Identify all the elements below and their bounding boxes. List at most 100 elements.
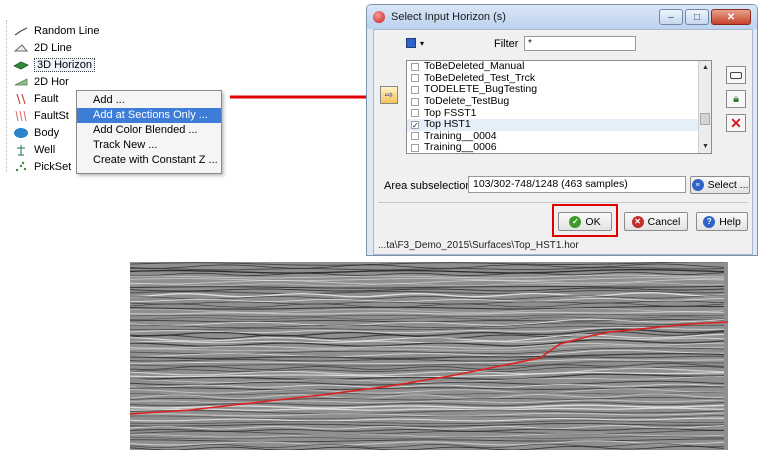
tree-item-label: Fault <box>34 93 59 105</box>
maximize-icon: □ <box>693 11 701 23</box>
list-view-button[interactable] <box>726 66 746 84</box>
random-line-icon <box>12 24 30 38</box>
tree-item-label: Body <box>34 127 60 139</box>
dialog-client-area: ▾ Filter * ⇨ ToBeDeleted_Manual ToBeDelet… <box>373 29 753 255</box>
horizon-list-item[interactable]: ToBeDeleted_Manual <box>407 61 711 73</box>
horizon-name: TODELETE_BugTesting <box>424 83 538 96</box>
status-path: ...ta\F3_Demo_2015\Surfaces\Top_HST1.hor <box>378 240 579 251</box>
2d-horizon-icon <box>12 75 30 89</box>
maximize-button[interactable]: □ <box>685 9 709 25</box>
tree-item-label: 2D Line <box>34 42 72 54</box>
horizon-list-item[interactable]: ToDelete_TestBug <box>407 96 711 108</box>
tree-item-pickset[interactable]: PickSet <box>12 160 71 174</box>
menu-item-create-constant-z[interactable]: Create with Constant Z ... <box>77 153 221 168</box>
horizon-checkbox[interactable] <box>411 132 419 141</box>
horizon-list-item[interactable]: Training__0004 <box>407 129 711 143</box>
horizon-checkbox[interactable] <box>411 109 419 118</box>
context-menu: Add ... Add at Sections Only ... Add Col… <box>76 90 222 174</box>
lock-icon: 🔒︎ <box>733 92 739 105</box>
scroll-up-icon[interactable]: ▲ <box>699 61 711 74</box>
horizon-list-item[interactable]: Training__0006 <box>407 141 711 154</box>
horizon-name: ToBeDeleted_Manual <box>424 60 525 73</box>
ok-button[interactable]: ✓ OK <box>558 212 612 231</box>
divider <box>378 202 748 203</box>
area-subselection-field[interactable]: 103/302-748/1248 (463 samples) <box>468 176 686 193</box>
select-button-label: Select ... <box>707 179 749 191</box>
color-selector[interactable]: ▾ <box>406 38 424 48</box>
cancel-icon: ✕ <box>631 215 644 228</box>
tree-item-label: 2D Hor <box>34 76 69 88</box>
tree-item-label: FaultSt <box>34 110 69 122</box>
2d-line-icon <box>12 41 30 55</box>
horizon-checkbox[interactable] <box>411 62 419 71</box>
app-icon <box>373 11 385 23</box>
body-icon <box>12 126 30 140</box>
chevron-down-icon: ▾ <box>420 38 425 48</box>
dialog-titlebar[interactable]: Select Input Horizon (s) – □ ✕ <box>367 5 757 29</box>
horizon-checkbox[interactable] <box>411 97 419 106</box>
tree-item-label: 3D Horizon <box>34 58 96 72</box>
pickset-icon <box>12 160 30 174</box>
horizon-name: Top FSST1 <box>424 106 477 119</box>
horizon-name: ToBeDeleted_Test_Trck <box>424 71 536 84</box>
horizon-name: Training__0004 <box>424 129 497 142</box>
horizon-name: Training__0006 <box>424 141 497 154</box>
horizon-checkbox[interactable] <box>411 85 419 94</box>
horizon-name: Top HST1 <box>424 118 471 131</box>
dialog-title: Select Input Horizon (s) <box>391 11 506 23</box>
menu-item-add-color-blended[interactable]: Add Color Blended ... <box>77 123 221 138</box>
help-icon: ? <box>703 215 716 228</box>
scroll-thumb[interactable] <box>700 113 710 125</box>
filter-label: Filter <box>494 38 519 50</box>
tree-item-3d-horizon[interactable]: 3D Horizon <box>12 58 96 72</box>
horizon-checkbox[interactable] <box>411 143 419 152</box>
fault-icon <box>12 92 30 106</box>
3d-horizon-icon <box>12 58 30 72</box>
horizon-list-item[interactable]: ToBeDeleted_Test_Trck <box>407 71 711 85</box>
tree-item-faultstick[interactable]: FaultSt <box>12 109 69 123</box>
list-scrollbar[interactable]: ▲ ▼ <box>698 61 711 153</box>
remove-x-icon: ✕ <box>730 114 742 131</box>
lock-button[interactable]: 🔒︎ <box>726 90 746 108</box>
horizon-checkbox[interactable] <box>411 74 419 83</box>
close-button[interactable]: ✕ <box>711 9 751 25</box>
horizon-list[interactable]: ToBeDeleted_Manual ToBeDeleted_Test_Trck T… <box>406 60 712 154</box>
object-tree: Random Line 2D Line 3D Horizon 2D Hor Fa… <box>6 20 238 174</box>
cancel-button[interactable]: ✕ Cancel <box>624 212 688 231</box>
horizon-list-item[interactable]: ✓ Top HST1 <box>407 119 711 131</box>
ok-button-label: OK <box>585 215 601 228</box>
well-icon <box>12 143 30 157</box>
tree-item-label: Well <box>34 144 56 156</box>
menu-item-track-new[interactable]: Track New ... <box>77 138 221 153</box>
tree-item-well[interactable]: Well <box>12 143 55 157</box>
scroll-down-icon[interactable]: ▼ <box>699 140 711 153</box>
red-arrow <box>230 90 382 104</box>
horizon-checkbox[interactable]: ✓ <box>411 120 419 129</box>
check-icon: ✓ <box>569 215 582 228</box>
seismic-section-image <box>130 262 728 450</box>
filter-input[interactable]: * <box>524 36 636 51</box>
area-subselection-label: Area subselection <box>384 180 472 192</box>
help-button-label: Help <box>719 215 741 228</box>
tree-item-2d-horizon[interactable]: 2D Hor <box>12 75 69 89</box>
horizon-name: ToDelete_TestBug <box>424 95 510 108</box>
select-icon: ≡ <box>691 179 704 191</box>
select-input-horizon-dialog: Select Input Horizon (s) – □ ✕ ▾ Filter … <box>366 4 758 256</box>
horizon-list-item[interactable]: Top FSST1 <box>407 107 711 119</box>
menu-item-add[interactable]: Add ... <box>77 93 221 108</box>
tree-item-fault[interactable]: Fault <box>12 92 58 106</box>
tree-item-random-line[interactable]: Random Line <box>12 24 99 38</box>
select-button[interactable]: ≡ Select ... <box>690 176 750 194</box>
close-icon: ✕ <box>726 11 736 23</box>
tree-item-2d-line[interactable]: 2D Line <box>12 41 72 55</box>
input-object-button[interactable]: ⇨ <box>380 86 398 104</box>
tree-item-body[interactable]: Body <box>12 126 59 140</box>
minimize-button[interactable]: – <box>659 9 683 25</box>
tree-item-label: PickSet <box>34 161 72 173</box>
remove-button[interactable]: ✕ <box>726 114 746 132</box>
menu-item-add-at-sections-only[interactable]: Add at Sections Only ... <box>77 108 221 123</box>
arrow-right-icon: ⇨ <box>384 89 394 101</box>
help-button[interactable]: ? Help <box>696 212 748 231</box>
cancel-button-label: Cancel <box>647 215 681 228</box>
horizon-list-item[interactable]: TODELETE_BugTesting <box>407 84 711 96</box>
